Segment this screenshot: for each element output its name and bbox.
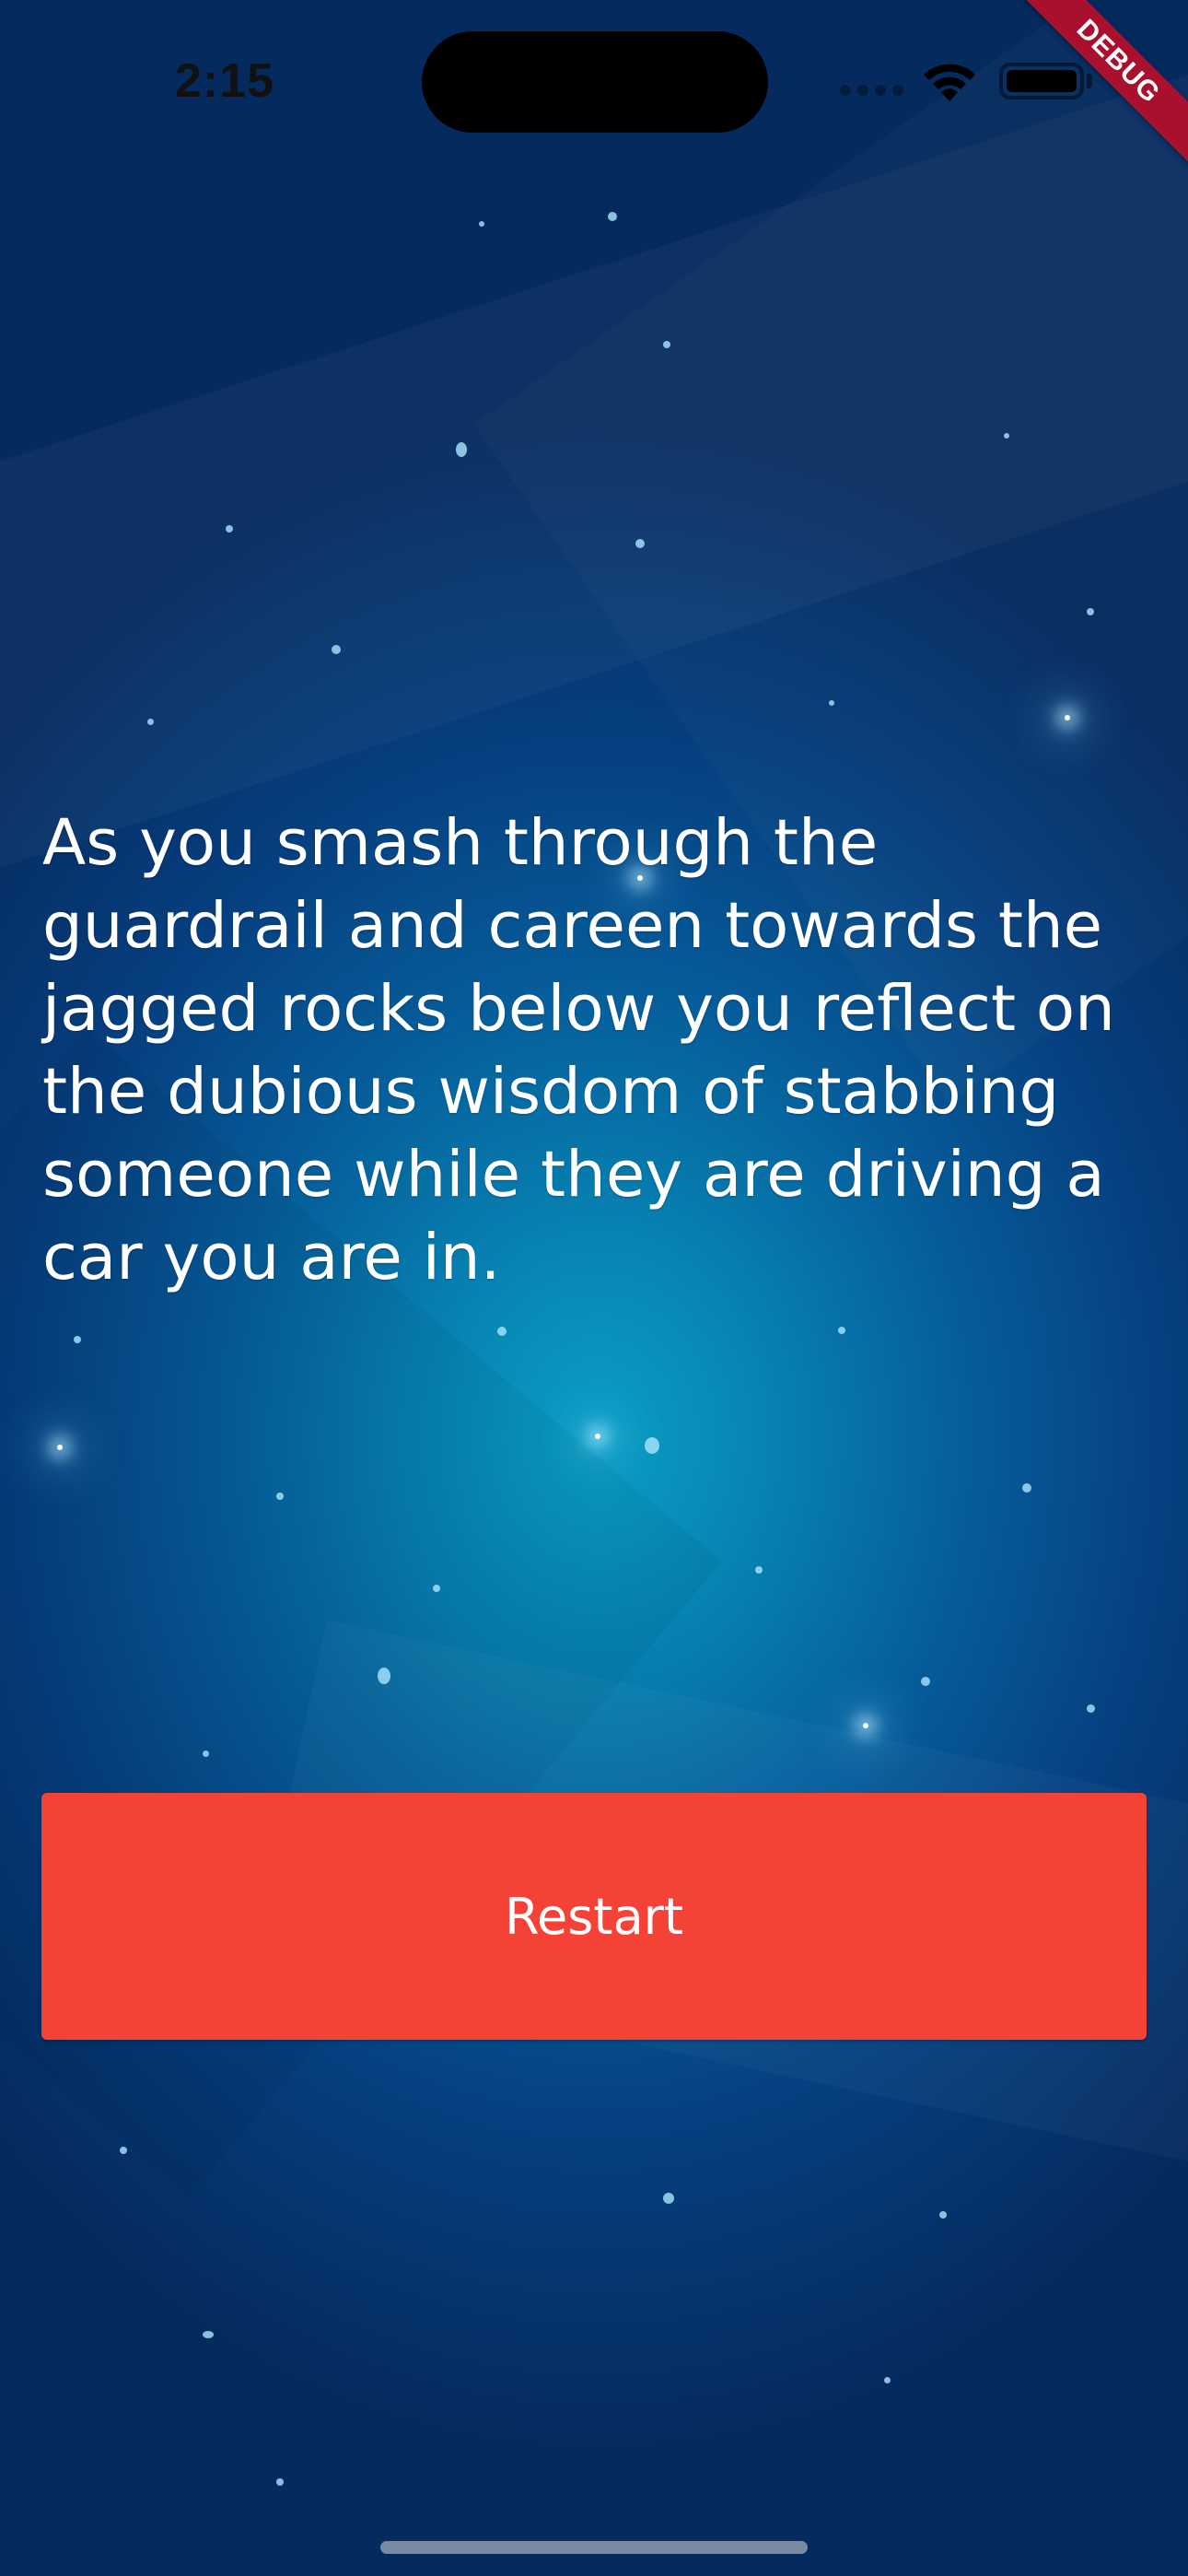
sparkle: [57, 1445, 63, 1450]
star: [203, 2331, 214, 2338]
sparkle: [1065, 715, 1070, 720]
battery-icon: [999, 63, 1084, 100]
star: [1004, 433, 1009, 439]
star: [755, 1566, 763, 1574]
star: [147, 719, 154, 725]
restart-button[interactable]: Restart: [41, 1793, 1147, 2040]
star: [226, 525, 233, 533]
sparkle: [595, 1434, 600, 1439]
star: [74, 1336, 81, 1343]
star: [456, 442, 467, 457]
star: [1087, 1704, 1095, 1713]
wifi-icon: [924, 64, 975, 101]
star: [645, 1437, 659, 1454]
star: [838, 1327, 845, 1334]
star: [276, 2478, 284, 2486]
star: [663, 341, 670, 348]
star: [479, 221, 484, 227]
story-text: As you smash through the guardrail and c…: [42, 806, 1115, 1294]
star: [276, 1493, 284, 1500]
star: [635, 539, 645, 548]
app-screen: 2:15 DEBUG As you smash through the guar…: [0, 0, 1188, 2576]
star: [829, 700, 834, 706]
star: [1022, 1483, 1031, 1493]
star: [921, 1677, 930, 1686]
home-indicator[interactable]: [380, 2541, 808, 2554]
star: [1087, 608, 1094, 615]
star: [378, 1668, 390, 1684]
star: [939, 2211, 947, 2219]
sparkle: [863, 1723, 868, 1728]
star: [663, 2193, 674, 2204]
star: [120, 2147, 127, 2154]
star: [884, 2377, 891, 2383]
star: [203, 1751, 209, 1757]
dynamic-island: [422, 31, 768, 133]
star: [433, 1585, 440, 1592]
star: [497, 1327, 507, 1336]
cellular-signal-icon: [840, 85, 903, 96]
battery-cap: [1087, 74, 1092, 88]
status-time: 2:15: [175, 54, 275, 108]
star: [608, 212, 617, 221]
star: [332, 645, 341, 654]
